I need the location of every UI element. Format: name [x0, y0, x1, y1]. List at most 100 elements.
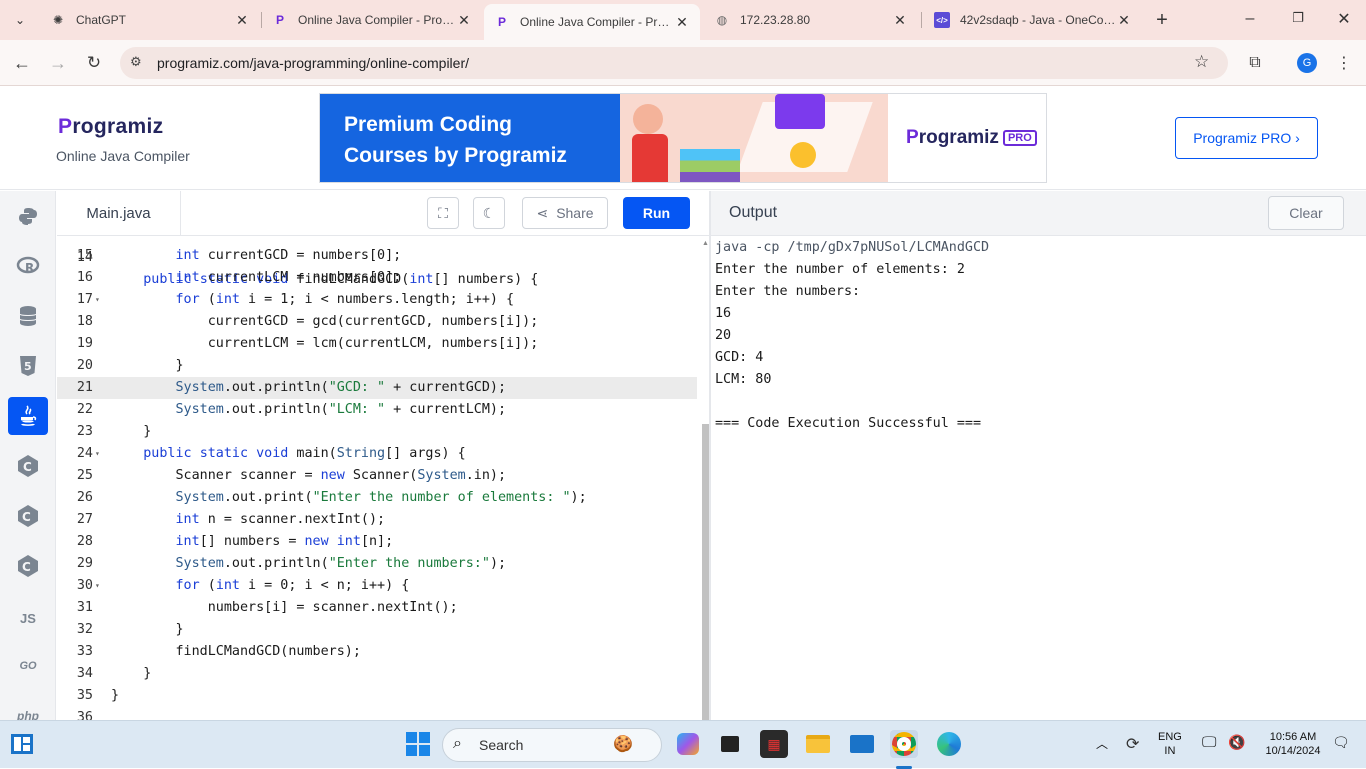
- edge-icon[interactable]: [935, 730, 963, 758]
- site-header: Programiz Online Java Compiler Premium C…: [0, 87, 1366, 190]
- code-line: 24 ▾ public static void main(String[] arg…: [57, 443, 697, 465]
- line-number: 36: [76, 710, 93, 720]
- reload-icon[interactable]: ↻: [82, 51, 106, 75]
- copilot-icon[interactable]: [674, 730, 702, 758]
- tab-search-icon[interactable]: ⌄: [8, 8, 32, 32]
- line-number: 34: [76, 666, 93, 681]
- csharp-icon[interactable]: C: [8, 547, 48, 585]
- browser-tab-programiz-1[interactable]: P Online Java Compiler - Programiz ✕: [262, 0, 482, 40]
- share-button[interactable]: ⋖ Share: [522, 197, 608, 229]
- svg-text:C: C: [22, 560, 31, 574]
- line-number: 19: [76, 336, 93, 351]
- profile-avatar[interactable]: G: [1297, 53, 1317, 73]
- code-line: 18 currentGCD = gcd(currentGCD, numbers[…: [57, 311, 697, 333]
- code-line: 25 Scanner scanner = new Scanner(System.…: [57, 465, 697, 487]
- python-icon[interactable]: [8, 197, 48, 235]
- code-text: System.out.println("Enter the numbers:")…: [175, 556, 507, 571]
- clock[interactable]: 10:56 AM 10/14/2024: [1258, 730, 1328, 758]
- browser-tab-onecompiler[interactable]: </> 42v2sdaqb - Java - OneCompiler ✕: [924, 0, 1142, 40]
- extensions-icon[interactable]: ⧉: [1243, 51, 1267, 75]
- run-button[interactable]: Run: [623, 197, 690, 229]
- svg-text:C: C: [23, 460, 32, 474]
- editor-scrollbar[interactable]: [702, 424, 709, 720]
- close-window-icon[interactable]: ✕: [1334, 9, 1354, 29]
- output-line: 20: [715, 328, 732, 343]
- app-icon-dark[interactable]: ▦: [760, 730, 788, 758]
- tab-title: Online Java Compiler - Programiz: [520, 15, 674, 29]
- widgets-icon[interactable]: [8, 730, 36, 758]
- browser-tab-chatgpt[interactable]: ✺ ChatGPT ✕: [40, 0, 260, 40]
- html5-icon[interactable]: 5: [8, 347, 48, 385]
- code-text: }: [111, 666, 152, 681]
- promo-banner[interactable]: Premium Coding Courses by Programiz Prog…: [319, 93, 1047, 183]
- output-console[interactable]: java -cp /tmp/gDx7pNUSol/LCMAndGCD Enter …: [711, 237, 1366, 720]
- fold-toggle-icon[interactable]: ▾: [95, 575, 100, 597]
- close-tab-icon[interactable]: ✕: [1116, 12, 1132, 29]
- code-editor[interactable]: 14 public static void findLCMandGCD(int[…: [57, 237, 710, 720]
- volume-icon[interactable]: 🔇: [1228, 734, 1245, 751]
- code-line: 19 currentLCM = lcm(currentLCM, numbers[…: [57, 333, 697, 355]
- output-line: LCM: 80: [715, 372, 772, 387]
- browser-tab-programiz-active[interactable]: P Online Java Compiler - Programiz ✕: [484, 4, 700, 40]
- tab-title: 172.23.28.80: [740, 13, 811, 27]
- banner-brand-text: rogramiz: [918, 127, 999, 148]
- language-indicator[interactable]: ENG IN: [1158, 730, 1182, 758]
- address-bar[interactable]: ⚙ programiz.com/java-programming/online-…: [120, 47, 1228, 79]
- globe-icon: ◍: [716, 13, 728, 27]
- clear-button[interactable]: Clear: [1268, 196, 1344, 230]
- task-view-icon[interactable]: [716, 730, 744, 758]
- tab-title: Online Java Compiler - Programiz: [298, 13, 456, 27]
- php-icon[interactable]: php: [8, 697, 48, 720]
- file-tab-main-java[interactable]: Main.java: [57, 191, 181, 236]
- restore-icon[interactable]: ❐: [1288, 10, 1308, 30]
- mail-icon[interactable]: [848, 730, 876, 758]
- close-tab-icon[interactable]: ✕: [234, 12, 250, 29]
- code-text: public static void main(String[] args) {: [143, 446, 466, 461]
- code-line: 17 ▾ for (int i = 1; i < numbers.length; …: [57, 289, 697, 311]
- r-icon[interactable]: R: [8, 247, 48, 285]
- taskbar-search[interactable]: ⌕ Search 🍪: [442, 728, 662, 762]
- forward-icon[interactable]: →: [46, 51, 70, 75]
- dark-mode-icon[interactable]: ☾: [473, 197, 505, 229]
- windows-taskbar: ⌕ Search 🍪 ▦ ︿ ⟳ ENG IN 🖵 🔇 10:56 AM 10/…: [0, 720, 1366, 769]
- notification-icon[interactable]: 🗨: [1332, 734, 1350, 751]
- fold-toggle-icon[interactable]: ▾: [95, 443, 100, 465]
- code-text: }: [111, 688, 120, 703]
- c-icon[interactable]: C: [8, 447, 48, 485]
- url-text[interactable]: programiz.com/java-programming/online-co…: [157, 55, 469, 71]
- sql-database-icon[interactable]: [8, 297, 48, 335]
- programiz-logo[interactable]: Programiz: [58, 115, 163, 139]
- network-icon[interactable]: 🖵: [1202, 734, 1216, 751]
- bookmark-star-icon[interactable]: ☆: [1194, 52, 1209, 72]
- output-line: GCD: 4: [715, 350, 764, 365]
- chrome-icon[interactable]: [890, 730, 918, 758]
- fold-toggle-icon[interactable]: ▾: [95, 289, 100, 311]
- new-tab-button[interactable]: +: [1150, 8, 1174, 32]
- browser-tab-ip[interactable]: ◍ 172.23.28.80 ✕: [704, 0, 918, 40]
- close-tab-icon[interactable]: ✕: [674, 14, 690, 31]
- browser-menu-icon[interactable]: ⋮: [1332, 51, 1356, 75]
- output-line: Enter the number of elements: 2: [715, 262, 965, 277]
- go-icon[interactable]: GO: [8, 647, 48, 685]
- clock-time: 10:56 AM: [1269, 731, 1317, 743]
- windows-start-icon[interactable]: [404, 730, 432, 758]
- close-tab-icon[interactable]: ✕: [456, 12, 472, 29]
- programiz-pro-button[interactable]: Programiz PRO ›: [1175, 117, 1318, 159]
- line-number: 23: [76, 424, 93, 439]
- svg-text:C: C: [22, 510, 31, 524]
- scroll-up-arrow-icon[interactable]: ▲: [702, 240, 709, 247]
- sync-icon[interactable]: ⟳: [1126, 734, 1139, 754]
- javascript-icon[interactable]: JS: [8, 599, 48, 637]
- tray-overflow-icon[interactable]: ︿: [1096, 735, 1108, 752]
- java-icon[interactable]: [8, 397, 48, 435]
- cpp-icon[interactable]: C: [8, 497, 48, 535]
- close-tab-icon[interactable]: ✕: [892, 12, 908, 29]
- file-explorer-icon[interactable]: [804, 730, 832, 758]
- banner-line-2: Courses by Programiz: [344, 144, 567, 167]
- site-info-icon[interactable]: ⚙: [130, 54, 142, 70]
- line-number: 18: [76, 314, 93, 329]
- back-icon[interactable]: ←: [10, 51, 34, 75]
- minimize-icon[interactable]: –: [1240, 10, 1260, 30]
- fullscreen-icon[interactable]: ⛶: [427, 197, 459, 229]
- code-line: 29 System.out.println("Enter the numbers…: [57, 553, 697, 575]
